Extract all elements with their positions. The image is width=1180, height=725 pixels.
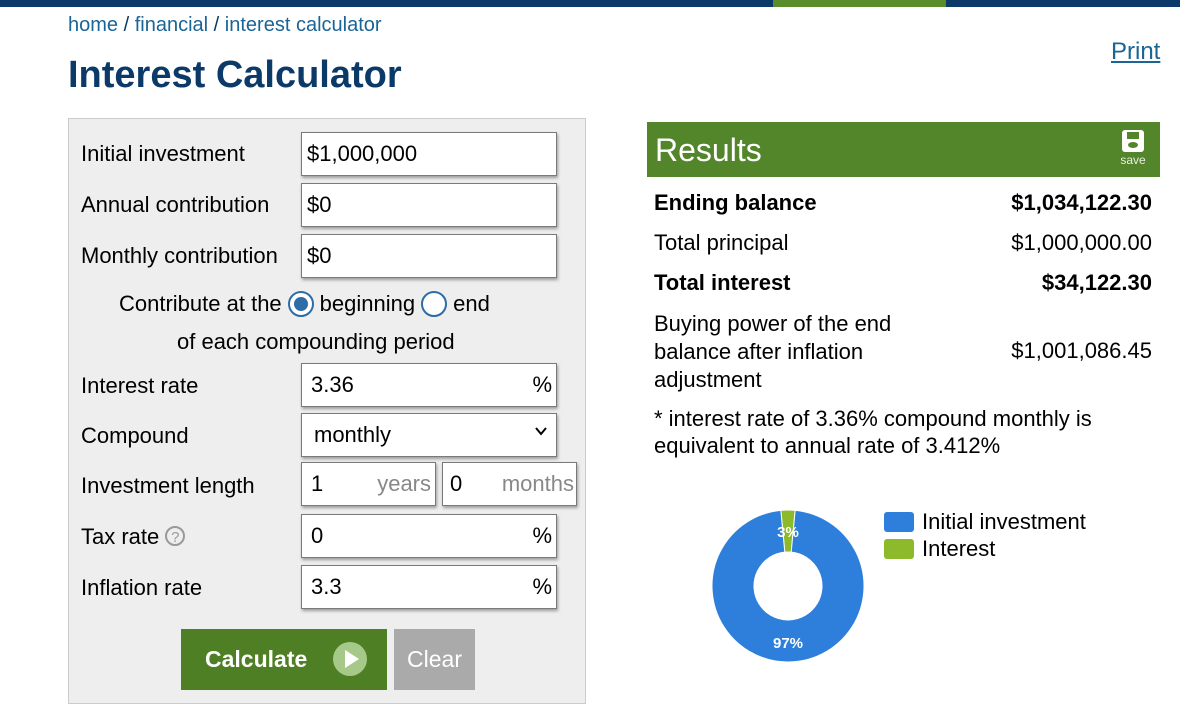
page-title: Interest Calculator (68, 54, 402, 96)
annual-contribution-label: Annual contribution (81, 192, 270, 217)
buying-power-value: $1,001,086.45 (1011, 338, 1152, 363)
initial-investment-field[interactable] (301, 132, 557, 176)
breadcrumb-current[interactable]: interest calculator (225, 14, 382, 36)
years-unit: years (377, 471, 431, 496)
inflation-rate-label: Inflation rate (81, 575, 203, 600)
play-icon (333, 642, 367, 676)
percent-unit: % (532, 574, 552, 599)
breadcrumb-home[interactable]: home (68, 14, 118, 36)
percent-unit: % (532, 523, 552, 548)
tax-rate-field[interactable]: % (301, 514, 557, 558)
chevron-down-icon (535, 427, 547, 436)
save-button[interactable]: save (1116, 130, 1150, 168)
annual-contribution-input[interactable] (302, 192, 556, 218)
contribute-at-suffix: of each compounding period (177, 329, 455, 354)
interest-rate-input[interactable] (302, 372, 556, 398)
breadcrumb-separator: / (213, 14, 220, 36)
breadcrumb: home / financial / interest calculator (68, 14, 382, 37)
print-link[interactable]: Print (1111, 38, 1160, 66)
monthly-contribution-input[interactable] (302, 243, 556, 269)
legend-label: Interest (922, 535, 996, 561)
top-bar (0, 0, 1180, 7)
chart-legend: Initial investment Interest (884, 508, 1086, 562)
breadcrumb-financial[interactable]: financial (135, 14, 208, 36)
interest-rate-label: Interest rate (81, 373, 199, 398)
legend-swatch (884, 511, 914, 532)
total-interest-value: $34,122.30 (1041, 270, 1152, 295)
inflation-rate-input[interactable] (302, 574, 556, 600)
initial-investment-label: Initial investment (81, 141, 245, 166)
interest-rate-field[interactable]: % (301, 363, 557, 407)
compound-value: monthly (314, 422, 392, 447)
calculator-form: Initial investment Annual contribution M… (68, 118, 586, 704)
save-icon (1122, 130, 1144, 152)
rate-note: * interest rate of 3.36% compound monthl… (654, 406, 1092, 458)
years-field[interactable]: years (301, 462, 436, 506)
total-principal-label: Total principal (654, 230, 789, 255)
ending-balance-value: $1,034,122.30 (1011, 190, 1152, 215)
months-field[interactable]: months (442, 462, 577, 506)
radio-beginning-label[interactable]: beginning (320, 291, 415, 317)
inflation-rate-field[interactable]: % (301, 565, 557, 609)
legend-item-interest: Interest (884, 535, 1086, 562)
percent-unit: % (532, 372, 552, 397)
initial-investment-input[interactable] (302, 141, 556, 167)
tax-rate-input[interactable] (302, 523, 556, 549)
breadcrumb-separator: / (123, 14, 130, 36)
calculate-button[interactable]: Calculate (181, 629, 387, 690)
buying-power-label: Buying power of the end balance after in… (654, 311, 892, 392)
legend-label: Initial investment (922, 508, 1086, 534)
donut-chart: 3% 97% (712, 510, 864, 662)
ending-balance-label: Ending balance (654, 190, 817, 215)
radio-end[interactable] (421, 291, 448, 317)
total-principal-value: $1,000,000.00 (1011, 230, 1152, 255)
legend-swatch (884, 538, 914, 559)
tax-rate-label: Tax rate? (81, 524, 186, 550)
compound-select[interactable]: monthly (301, 413, 557, 457)
monthly-contribution-label: Monthly contribution (81, 243, 278, 268)
total-interest-label: Total interest (654, 270, 791, 295)
calculate-label: Calculate (205, 646, 308, 672)
save-label: save (1120, 153, 1146, 167)
investment-length-label: Investment length (81, 473, 255, 498)
compound-label: Compound (81, 423, 189, 448)
monthly-contribution-field[interactable] (301, 234, 557, 278)
contribute-at-label: Contribute at the (119, 291, 282, 316)
months-unit: months (501, 471, 574, 496)
radio-end-label[interactable]: end (453, 291, 490, 317)
results-header: Results save (647, 122, 1160, 177)
help-icon[interactable]: ? (165, 526, 186, 546)
annual-contribution-field[interactable] (301, 183, 557, 227)
clear-button[interactable]: Clear (394, 629, 475, 690)
contribute-at-group: Contribute at the beginning end (119, 291, 490, 317)
top-bar-accent (773, 0, 946, 7)
tax-rate-label-text: Tax rate (81, 524, 160, 549)
results-title: Results (655, 132, 762, 168)
data-label: 3% (777, 524, 799, 541)
legend-item-initial-investment: Initial investment (884, 508, 1086, 535)
radio-beginning[interactable] (287, 291, 314, 317)
data-label: 97% (773, 635, 803, 652)
